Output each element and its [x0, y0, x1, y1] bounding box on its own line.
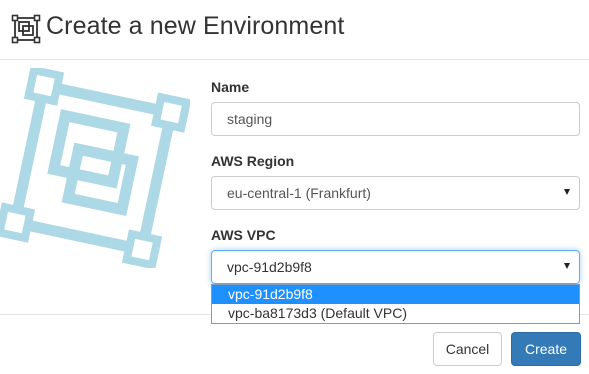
- environment-illustration-icon: [0, 68, 190, 268]
- chevron-down-icon: [564, 189, 570, 195]
- region-label: AWS Region: [211, 153, 295, 169]
- name-input[interactable]: staging: [211, 102, 580, 136]
- vpc-dropdown: vpc-91d2b9f8 vpc-ba8173d3 (Default VPC): [211, 284, 580, 324]
- modal-header: Create a new Environment: [0, 0, 589, 60]
- environment-icon: [11, 14, 41, 44]
- region-select[interactable]: eu-central-1 (Frankfurt): [211, 176, 580, 210]
- vpc-select-value: vpc-91d2b9f8: [227, 259, 312, 275]
- vpc-option[interactable]: vpc-91d2b9f8: [212, 285, 579, 304]
- name-label: Name: [211, 79, 250, 95]
- region-select-value: eu-central-1 (Frankfurt): [227, 185, 371, 201]
- vpc-option[interactable]: vpc-ba8173d3 (Default VPC): [212, 304, 579, 323]
- create-button[interactable]: Create: [511, 332, 581, 366]
- chevron-down-icon: [564, 263, 570, 269]
- cancel-button[interactable]: Cancel: [433, 332, 502, 366]
- vpc-label: AWS VPC: [211, 227, 276, 243]
- vpc-select[interactable]: vpc-91d2b9f8: [211, 250, 580, 284]
- modal-title: Create a new Environment: [46, 12, 345, 40]
